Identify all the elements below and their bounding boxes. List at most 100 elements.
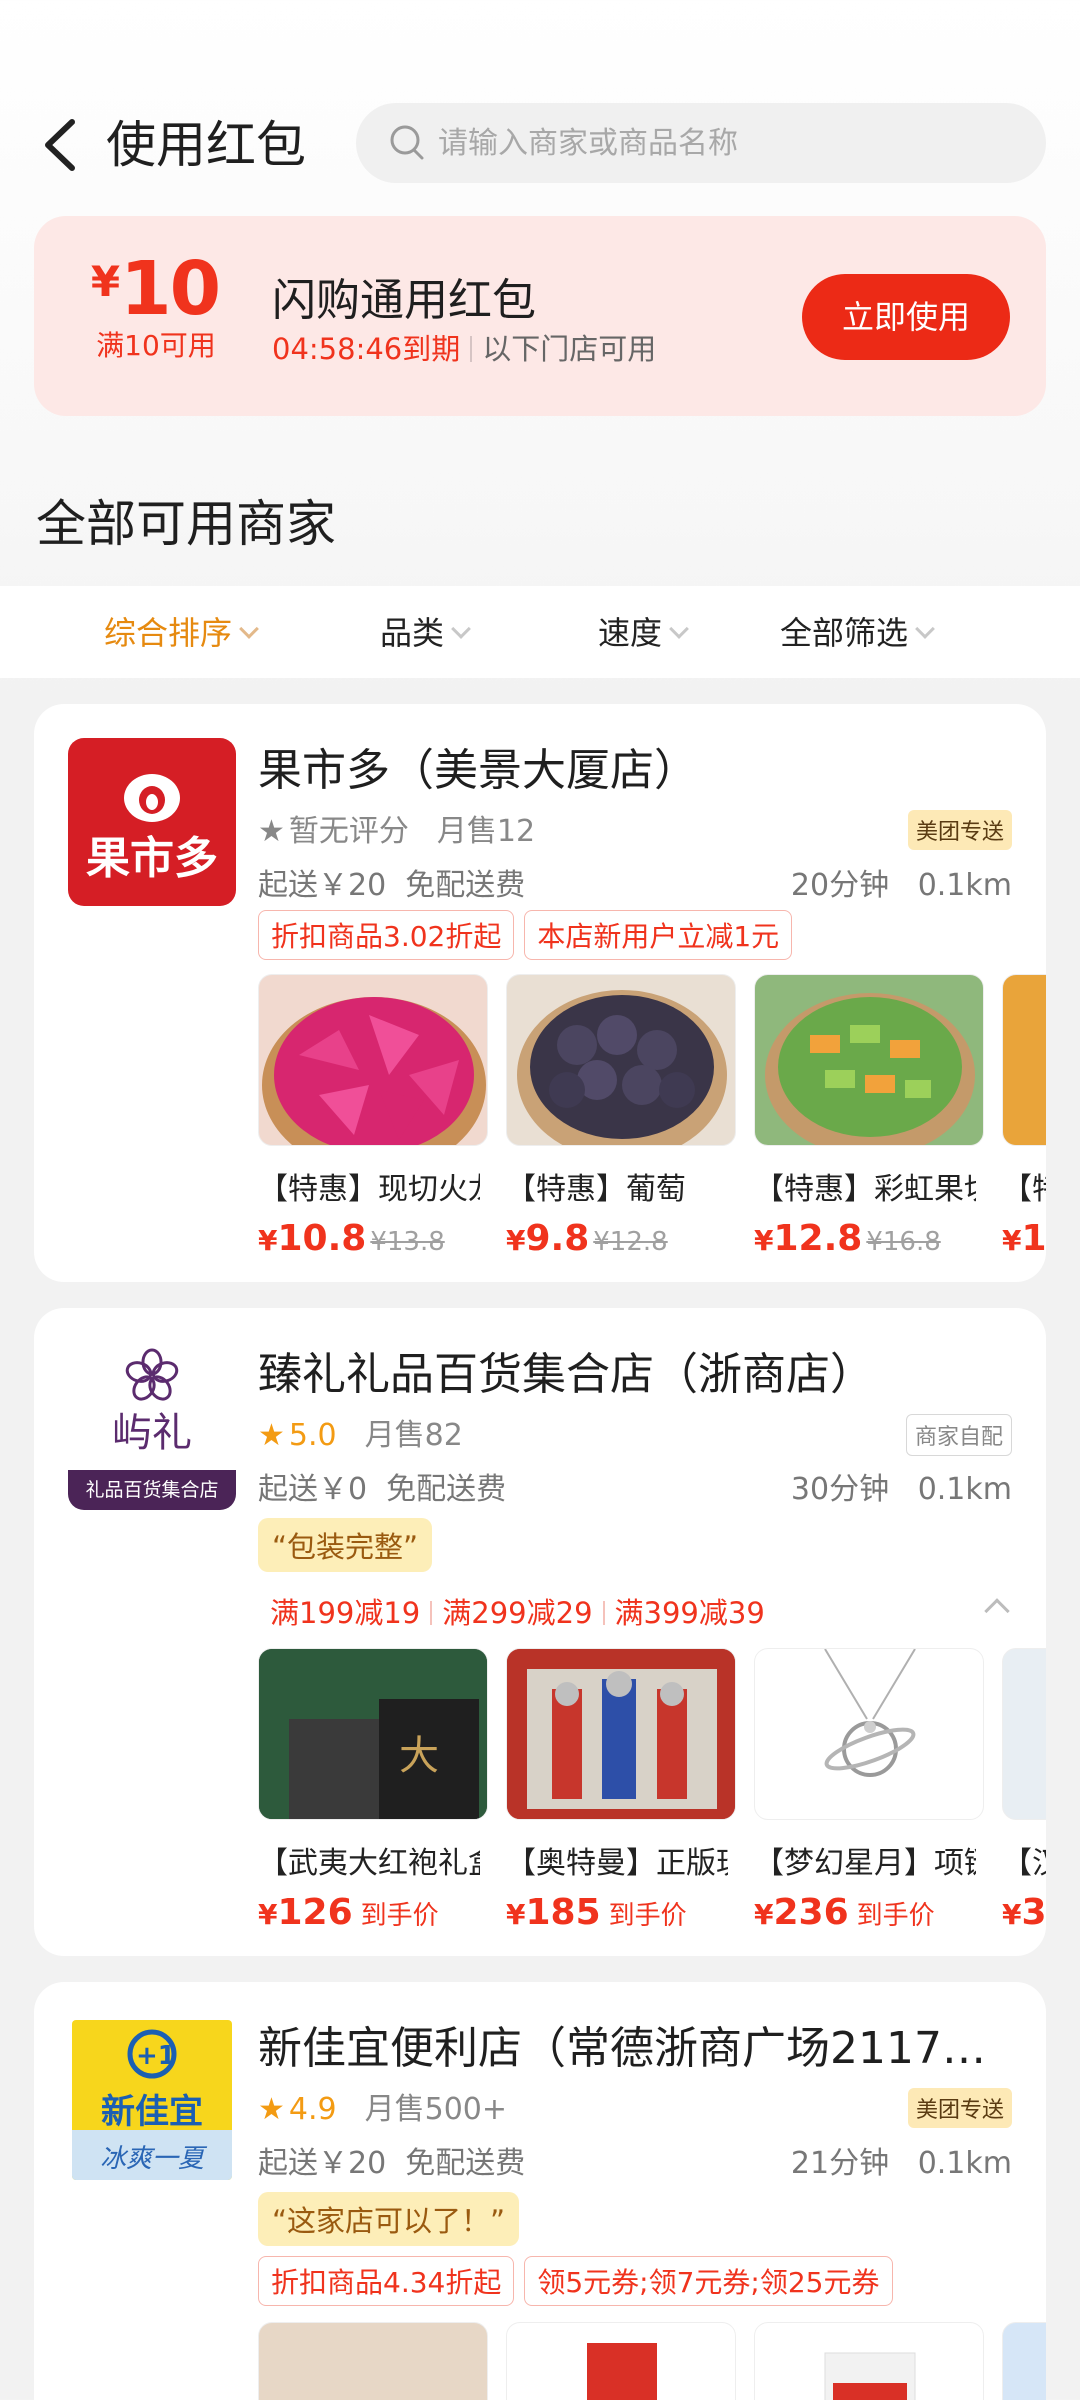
product-name: 【武夷大红袍礼盒】 [258, 1846, 480, 1881]
svg-text:大: 大 [399, 1733, 439, 1779]
distance: 0.1km [917, 868, 1012, 903]
promo-item: 满199减19 [270, 1596, 421, 1630]
coupon-expire: 04:58:46到期 以下门店可用 [272, 326, 656, 368]
section-title: 全部可用商家 [36, 495, 336, 553]
use-now-button[interactable]: 立即使用 [802, 274, 1010, 360]
store-fees: 起送￥20 免配送费 [258, 2138, 525, 2182]
product-card[interactable]: 【特惠】葡萄 ¥9.8 ¥12.8 [506, 974, 738, 1259]
product-card[interactable]: 大 【武夷大红袍礼盒】 ¥126到手价 [258, 1648, 490, 1933]
product-price: ¥3 [1002, 1892, 1046, 1933]
product-image [258, 974, 488, 1146]
product-image [1002, 974, 1046, 1146]
product-card[interactable] [1002, 2322, 1046, 2400]
product-image [506, 1648, 736, 1820]
delivery-time: 20分钟 [790, 868, 890, 903]
store-eta: 20分钟 0.1km [791, 860, 1012, 904]
delivery-fee: 免配送费 [405, 868, 526, 903]
store-eta: 30分钟 0.1km [791, 1464, 1012, 1508]
store-card[interactable]: 屿礼 礼品百货集合店 臻礼礼品百货集合店（浙商店） ★ 5.0 月售82 商家自配 … [34, 1308, 1046, 1956]
store-eta: 21分钟 0.1km [791, 2138, 1012, 2182]
store-stats: ★ 4.9 月售500+ [258, 2084, 507, 2128]
coupon-amount: ¥10 [90, 246, 221, 332]
promo-list: 满199减19 满299减29 满399减39 [270, 1590, 765, 1632]
delivery-fee: 免配送费 [386, 1472, 507, 1507]
promo-item: 满399减39 [614, 1596, 765, 1630]
store-stats: ★ 暂无评分 月售12 [258, 806, 535, 850]
min-order: 起送￥0 [258, 1472, 368, 1507]
product-name: 【特惠】现切火龙果 [258, 1172, 480, 1207]
store-fees: 起送￥0 免配送费 [258, 1464, 506, 1508]
filter-category[interactable]: 品类 [380, 608, 471, 654]
product-strip[interactable]: 大 【武夷大红袍礼盒】 ¥126到手价 【奥特曼】正版玩具 ¥185到手价 【梦… [258, 1648, 1046, 1948]
filter-speed[interactable]: 速度 [598, 608, 689, 654]
monthly-sales: 月售82 [364, 1418, 463, 1453]
store-tags: 折扣商品4.34折起 领5元券;领7元券;领25元券 [258, 2256, 903, 2306]
product-card[interactable]: 【汉 ¥3 [1002, 1648, 1046, 1933]
coupon-tag: 领5元券;领7元券;领25元券 [524, 2256, 893, 2306]
store-logo-text: 果市多 [86, 833, 218, 884]
store-logo-subtitle: 冰爽一夏 [99, 2144, 204, 2174]
chevron-down-icon [239, 619, 259, 639]
product-name: 【梦幻星月】项链 [754, 1846, 976, 1881]
product-strip[interactable]: 【特惠】现切火龙果 ¥10.8¥13.8 【特惠】葡萄 ¥9.8¥12.8 【特… [258, 974, 1046, 1274]
svg-text:+1: +1 [136, 2041, 176, 2071]
chevron-up-icon[interactable] [984, 1598, 1010, 1624]
search-box[interactable] [356, 103, 1046, 183]
product-price: ¥185 到手价 [506, 1892, 687, 1933]
search-input[interactable] [438, 103, 1018, 183]
coupon-name: 闪购通用红包 [272, 275, 536, 326]
min-order: 起送￥20 [258, 2146, 387, 2181]
monthly-sales: 月售500+ [364, 2092, 508, 2127]
search-icon [388, 123, 428, 163]
store-card[interactable]: +1 新佳宜 冰爽一夏 新佳宜便利店（常德浙商广场2117… ★ 4.9 月售500… [34, 1982, 1046, 2400]
product-image [1002, 1648, 1046, 1820]
star-icon: ★ [258, 2092, 285, 2127]
product-card[interactable]: 【奥特曼】正版玩具 ¥185到手价 [506, 1648, 738, 1933]
review-quote: “包装完整” [258, 1518, 433, 1572]
discount-tag: 折扣商品4.34折起 [258, 2256, 515, 2306]
min-order: 起送￥20 [258, 868, 387, 903]
product-card[interactable] [754, 2322, 986, 2400]
star-icon: ★ [258, 814, 285, 849]
store-logo: 屿礼 礼品百货集合店 [68, 1342, 236, 1510]
product-image [506, 974, 736, 1146]
store-logo: 果市多 [68, 738, 236, 906]
product-image [1002, 2322, 1046, 2400]
product-card[interactable]: 【特惠】现切火龙果 ¥10.8¥13.8 [258, 974, 490, 1259]
product-card[interactable]: 【梦幻星月】项链 ¥236 到手价 [754, 1648, 986, 1933]
product-price: ¥236 到手价 [754, 1892, 935, 1933]
product-price: ¥1 [1002, 1218, 1046, 1259]
store-logo-text: 新佳宜 [101, 2092, 203, 2132]
distance: 0.1km [917, 1472, 1012, 1507]
store-card[interactable]: 果市多 果市多（美景大厦店） ★ 暂无评分 月售12 美团专送 起送￥20 免配送费… [34, 704, 1046, 1282]
product-card[interactable]: 【特惠】彩虹果切 ¥12.8 ¥16.8 [754, 974, 986, 1259]
product-card[interactable] [258, 2322, 490, 2400]
review-quote: “这家店可以了！” [258, 2192, 520, 2246]
product-image [258, 2322, 488, 2400]
chevron-down-icon [451, 619, 471, 639]
product-card[interactable] [506, 2322, 738, 2400]
product-price: ¥9.8 ¥12.8 [506, 1218, 668, 1259]
product-price: ¥10.8 ¥13.8 [258, 1218, 445, 1259]
top-bar: 使用红包 [0, 100, 1080, 190]
back-icon[interactable] [38, 118, 86, 172]
product-price: ¥12.8 ¥16.8 [754, 1218, 941, 1259]
rating: 5.0 [288, 1418, 337, 1453]
discount-tag: 折扣商品3.02折起 [258, 910, 515, 960]
coupon-expire-time: 04:58:46到期 [272, 332, 461, 366]
delivery-badge: 美团专送 [907, 810, 1012, 850]
store-name: 新佳宜便利店（常德浙商广场2117… [258, 2023, 986, 2074]
product-strip[interactable] [258, 2322, 1046, 2400]
delivery-time: 30分钟 [790, 1472, 890, 1507]
distance: 0.1km [917, 2146, 1012, 2181]
monthly-sales: 月售12 [436, 814, 536, 849]
filter-all[interactable]: 全部筛选 [780, 608, 935, 654]
delivery-fee: 免配送费 [405, 2146, 526, 2181]
product-price: ¥126 到手价 [258, 1892, 439, 1933]
product-card[interactable]: 【特 ¥1 [1002, 974, 1046, 1259]
delivery-badge: 商家自配 [905, 1414, 1012, 1456]
rating: 4.9 [288, 2092, 337, 2127]
divider [470, 336, 473, 362]
store-tags: 折扣商品3.02折起 本店新用户立减1元 [258, 910, 802, 960]
filter-sort[interactable]: 综合排序 [104, 608, 259, 654]
